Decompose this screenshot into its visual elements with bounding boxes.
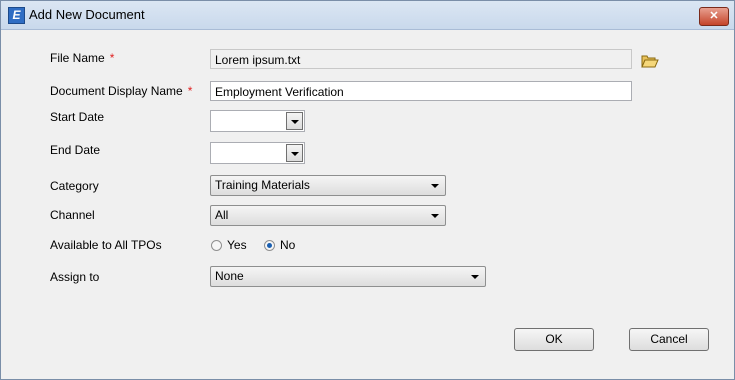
- end-date-dropdown-button[interactable]: [286, 144, 303, 162]
- channel-select[interactable]: All: [210, 205, 446, 226]
- category-value: Training Materials: [215, 178, 310, 192]
- display-name-input[interactable]: Employment Verification: [210, 81, 632, 101]
- ok-button[interactable]: OK: [514, 328, 594, 351]
- file-name-field: Lorem ipsum.txt: [210, 49, 632, 69]
- file-name-label-text: File Name: [50, 51, 105, 65]
- available-no-label: No: [280, 238, 296, 252]
- chevron-down-icon: [291, 152, 299, 156]
- start-date-picker[interactable]: [210, 110, 305, 132]
- title-bar: E Add New Document ✕: [1, 1, 734, 30]
- cancel-button[interactable]: Cancel: [629, 328, 709, 351]
- assign-to-select[interactable]: None: [210, 266, 486, 287]
- end-date-label: End Date: [50, 143, 101, 157]
- start-date-dropdown-button[interactable]: [286, 112, 303, 130]
- required-marker: *: [109, 51, 115, 65]
- category-label: Category: [50, 179, 99, 193]
- form-panel: File Name * Lorem ipsum.txt Document Disp…: [1, 30, 734, 379]
- available-no-radio[interactable]: [264, 240, 275, 251]
- category-select[interactable]: Training Materials: [210, 175, 446, 196]
- chevron-down-icon: [431, 214, 439, 218]
- channel-value: All: [215, 208, 229, 222]
- app-icon: E: [8, 7, 25, 24]
- chevron-down-icon: [431, 184, 439, 188]
- available-label: Available to All TPOs: [50, 238, 162, 252]
- folder-open-icon[interactable]: [641, 54, 659, 68]
- available-yes-label: Yes: [227, 238, 247, 252]
- file-name-label: File Name *: [50, 51, 114, 65]
- end-date-picker[interactable]: [210, 142, 305, 164]
- required-marker: *: [187, 84, 193, 98]
- chevron-down-icon: [471, 275, 479, 279]
- add-document-dialog: E Add New Document ✕ File Name * Lorem ip…: [0, 0, 735, 380]
- display-name-label-text: Document Display Name: [50, 84, 183, 98]
- assign-to-value: None: [215, 269, 244, 283]
- display-name-label: Document Display Name *: [50, 84, 192, 98]
- chevron-down-icon: [291, 120, 299, 124]
- dialog-title: Add New Document: [29, 7, 145, 22]
- assign-to-label: Assign to: [50, 270, 100, 284]
- channel-label: Channel: [50, 208, 95, 222]
- available-yes-radio[interactable]: [211, 240, 222, 251]
- close-button[interactable]: ✕: [699, 7, 729, 26]
- start-date-label: Start Date: [50, 110, 105, 124]
